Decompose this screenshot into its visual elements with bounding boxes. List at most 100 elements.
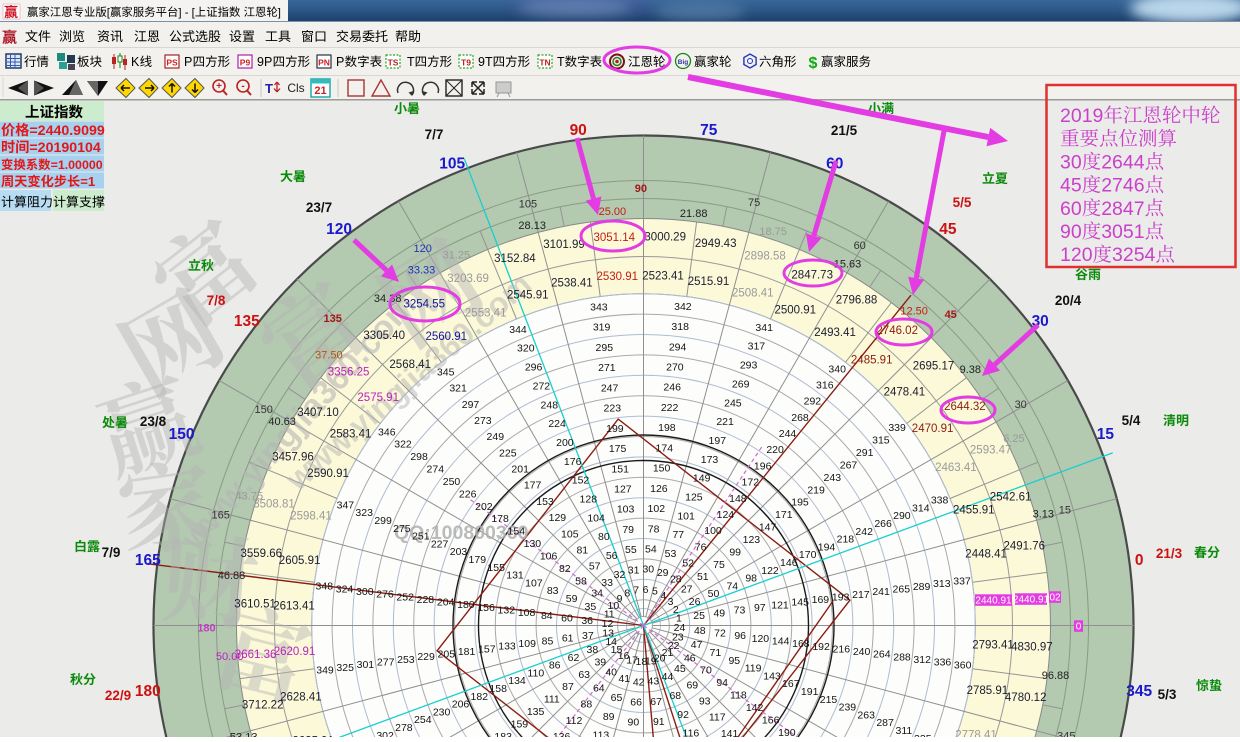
- svg-text:248: 248: [541, 399, 559, 411]
- svg-text:7: 7: [633, 585, 639, 597]
- svg-text:219: 219: [807, 484, 825, 496]
- svg-text:2463.41: 2463.41: [935, 462, 977, 474]
- svg-text:87: 87: [562, 681, 574, 693]
- svg-text:T: T: [557, 55, 565, 69]
- svg-text:342: 342: [674, 301, 692, 313]
- svg-text:276: 276: [376, 589, 394, 601]
- svg-text:48: 48: [694, 625, 706, 637]
- svg-text:73: 73: [734, 605, 746, 617]
- svg-text:2746.02: 2746.02: [876, 325, 918, 337]
- svg-text:135: 135: [234, 313, 260, 330]
- svg-text:254: 254: [414, 714, 432, 726]
- svg-text:-: -: [241, 81, 244, 92]
- svg-text:50: 50: [708, 588, 720, 600]
- svg-text:69: 69: [686, 679, 698, 691]
- svg-text:289: 289: [913, 581, 931, 593]
- svg-text:3305.40: 3305.40: [363, 330, 405, 342]
- svg-text:90: 90: [628, 717, 640, 729]
- svg-text:145: 145: [791, 597, 809, 609]
- svg-text:2644: 2644: [1101, 151, 1145, 173]
- svg-text:2500.91: 2500.91: [775, 305, 817, 317]
- svg-text:90: 90: [635, 183, 647, 195]
- svg-text:2560.91: 2560.91: [426, 331, 468, 343]
- svg-text:242: 242: [855, 526, 873, 538]
- svg-text:2628.41: 2628.41: [280, 692, 322, 704]
- svg-text:5/3: 5/3: [1158, 687, 1177, 702]
- svg-text:47: 47: [691, 639, 703, 651]
- svg-text:317: 317: [748, 341, 766, 353]
- svg-text:224: 224: [548, 418, 566, 430]
- svg-text:30: 30: [1060, 151, 1082, 173]
- svg-text:217: 217: [852, 589, 870, 601]
- svg-text:30: 30: [642, 564, 654, 576]
- svg-text:150: 150: [653, 463, 671, 475]
- svg-text:220: 220: [766, 444, 784, 456]
- svg-text:199: 199: [606, 423, 624, 435]
- svg-text:195: 195: [791, 497, 809, 509]
- svg-text:3.13: 3.13: [1033, 509, 1054, 521]
- svg-text:76: 76: [695, 541, 707, 553]
- svg-text:320: 320: [517, 343, 535, 355]
- svg-text:165: 165: [212, 509, 230, 521]
- svg-text:$: $: [809, 55, 818, 72]
- svg-text:182: 182: [471, 691, 489, 703]
- svg-text:3051: 3051: [1101, 221, 1144, 243]
- svg-text:3152.84: 3152.84: [494, 253, 536, 265]
- svg-text:118: 118: [730, 690, 747, 702]
- svg-text:112: 112: [566, 715, 583, 727]
- svg-text:288: 288: [893, 651, 911, 663]
- svg-text:2583.41: 2583.41: [330, 428, 372, 440]
- svg-text:70: 70: [700, 665, 712, 677]
- svg-text:3712.22: 3712.22: [242, 700, 284, 712]
- svg-text:4780.12: 4780.12: [1005, 692, 1047, 704]
- svg-text:64: 64: [593, 683, 605, 695]
- svg-text:110: 110: [527, 667, 544, 679]
- svg-text:127: 127: [614, 484, 632, 496]
- svg-text:56: 56: [606, 550, 618, 562]
- svg-text:=2440.9099: =2440.9099: [29, 123, 104, 139]
- svg-text:57: 57: [589, 561, 601, 573]
- svg-text:60: 60: [1060, 198, 1082, 220]
- svg-text:131: 131: [506, 570, 524, 582]
- svg-text:293: 293: [740, 360, 758, 372]
- svg-text:18.75: 18.75: [759, 226, 787, 238]
- svg-text:2590.91: 2590.91: [307, 468, 349, 480]
- svg-text:02: 02: [1049, 592, 1061, 603]
- svg-text:301: 301: [357, 659, 375, 671]
- svg-text:21/3: 21/3: [1156, 546, 1183, 561]
- svg-text:2593.47: 2593.47: [970, 445, 1012, 457]
- svg-text:158: 158: [489, 683, 507, 695]
- svg-text:3407.10: 3407.10: [297, 407, 339, 419]
- svg-text:49: 49: [713, 607, 725, 619]
- svg-text:346: 346: [378, 426, 396, 438]
- svg-text:P: P: [336, 55, 344, 69]
- svg-text:203: 203: [450, 546, 468, 558]
- svg-text:135: 135: [527, 706, 545, 718]
- svg-text:323: 323: [355, 507, 373, 519]
- svg-text:7/8: 7/8: [207, 293, 226, 308]
- svg-text:53.13: 53.13: [230, 731, 258, 737]
- svg-text:273: 273: [474, 415, 492, 427]
- svg-text:71: 71: [710, 647, 722, 659]
- svg-text:215: 215: [820, 694, 838, 706]
- svg-text:24: 24: [674, 622, 686, 634]
- svg-text:225: 225: [499, 447, 517, 459]
- svg-text:267: 267: [840, 459, 858, 471]
- svg-text:9.38: 9.38: [960, 364, 981, 376]
- svg-text:2440.91: 2440.91: [1013, 594, 1050, 605]
- svg-text:322: 322: [394, 439, 412, 451]
- svg-text:22/9: 22/9: [105, 688, 131, 703]
- svg-text:148: 148: [729, 493, 747, 505]
- svg-text:0: 0: [1135, 552, 1144, 569]
- svg-text:80: 80: [598, 531, 610, 543]
- svg-text:43.75: 43.75: [236, 490, 264, 502]
- svg-text:294: 294: [669, 341, 687, 353]
- svg-text:216: 216: [833, 643, 851, 655]
- svg-text:77: 77: [672, 529, 684, 541]
- svg-text:32: 32: [614, 569, 626, 581]
- svg-text:146: 146: [780, 557, 798, 569]
- svg-text:36: 36: [581, 615, 593, 627]
- svg-text:121: 121: [771, 599, 789, 611]
- svg-text:123: 123: [743, 534, 761, 546]
- svg-text:175: 175: [609, 443, 627, 455]
